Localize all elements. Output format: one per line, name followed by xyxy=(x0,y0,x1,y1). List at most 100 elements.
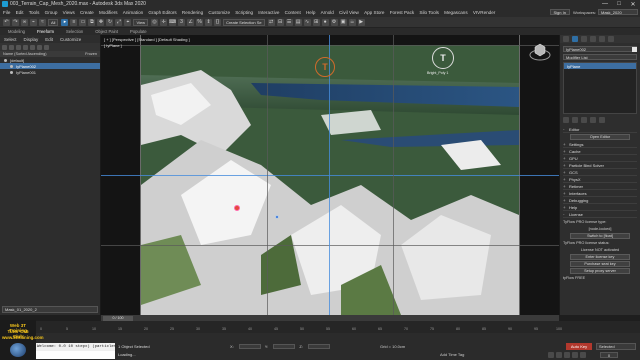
mirror-icon[interactable]: ⇄ xyxy=(267,18,275,26)
geometry-filter-icon[interactable] xyxy=(9,44,14,50)
switch-license-button[interactable]: Switch to [float] xyxy=(570,233,630,239)
play-icon[interactable] xyxy=(564,352,570,358)
y-coordinate[interactable]: Y: xyxy=(265,344,296,350)
scene-menu-edit[interactable]: Edit xyxy=(45,37,53,42)
render-iterative-icon[interactable]: ▶ xyxy=(357,18,365,26)
lights-filter-icon[interactable] xyxy=(23,44,28,50)
menu-forest-pack[interactable]: Forest Pack xyxy=(390,10,415,15)
pivot-helper-icon[interactable] xyxy=(275,215,279,219)
sign-in-button[interactable]: Sign In xyxy=(549,9,570,15)
track-bar[interactable]: 0 5 10 15 20 25 30 35 40 45 50 55 60 65 … xyxy=(0,321,640,333)
scene-menu-customize[interactable]: Customize xyxy=(60,37,81,42)
display-tab-icon[interactable] xyxy=(599,36,605,42)
time-slider[interactable]: 0 / 100 xyxy=(103,315,133,321)
modifier-stack-item[interactable]: IyPlane xyxy=(564,63,636,69)
unlink-icon[interactable]: ⌁ xyxy=(30,18,37,26)
viewcube-icon[interactable] xyxy=(529,41,551,61)
curve-editor-icon[interactable]: ∿ xyxy=(303,18,311,26)
viewport-label[interactable]: [ + ] [Perspective ] [Standard ] [Defaul… xyxy=(104,37,190,42)
open-editor-button[interactable]: Open Editor xyxy=(570,134,630,140)
menu-tools[interactable]: Tools xyxy=(29,10,40,15)
z-coordinate[interactable]: Z: xyxy=(299,344,330,350)
pin-stack-icon[interactable] xyxy=(563,117,569,123)
move-icon[interactable]: ✥ xyxy=(97,18,105,26)
purchase-seat-key-button[interactable]: Purchase seat key xyxy=(570,261,630,267)
column-frozen[interactable]: Frozen xyxy=(85,52,97,56)
undo-icon[interactable]: ↶ xyxy=(3,18,10,26)
rollout-gcs[interactable]: + GCS xyxy=(563,169,637,176)
select-object-icon[interactable]: ▸ xyxy=(61,18,69,26)
snaps-toggle-icon[interactable]: 3 xyxy=(178,18,186,26)
camera-target-icon[interactable]: T xyxy=(315,57,335,77)
cameras-filter-icon[interactable] xyxy=(30,44,35,50)
scene-menu-select[interactable]: Select xyxy=(4,37,17,42)
selection-filter-dropdown[interactable]: All xyxy=(48,18,59,26)
menu-rendering[interactable]: Rendering xyxy=(182,10,203,15)
scale-icon[interactable]: ⤢ xyxy=(115,18,123,26)
menu-file[interactable]: File xyxy=(3,10,10,15)
menu-app-store[interactable]: App Store xyxy=(364,10,384,15)
menu-scripting[interactable]: Scripting xyxy=(235,10,253,15)
visibility-eye-icon[interactable] xyxy=(10,70,13,74)
add-time-tag-button[interactable]: Add Time Tag xyxy=(440,352,464,357)
menu-vivrender[interactable]: VIVRender xyxy=(473,10,495,15)
next-frame-icon[interactable] xyxy=(572,352,578,358)
menu-modifiers[interactable]: Modifiers xyxy=(99,10,118,15)
select-manipulate-icon[interactable]: ✛ xyxy=(160,18,168,26)
menu-graph-editors[interactable]: Graph Editors xyxy=(148,10,176,15)
rollout-physx[interactable]: + PhysX xyxy=(563,176,637,183)
filter-icon[interactable] xyxy=(2,44,7,50)
layer-explorer-icon[interactable]: ☰ xyxy=(285,18,293,26)
window-crossing-icon[interactable]: ⧉ xyxy=(88,18,96,26)
perspective-viewport[interactable]: [ + ] [Perspective ] [Standard ] [Defaul… xyxy=(101,35,559,315)
menu-silo-tools[interactable]: Silo Tools xyxy=(419,10,439,15)
rollout-debugging[interactable]: + Debugging xyxy=(563,197,637,204)
modifier-list-dropdown[interactable]: Modifier List xyxy=(563,54,637,60)
x-field[interactable] xyxy=(238,344,261,350)
menu-megascans[interactable]: Megascans xyxy=(444,10,468,15)
object-color-swatch[interactable] xyxy=(632,47,637,52)
percent-snap-icon[interactable]: % xyxy=(196,18,204,26)
menu-civil-view[interactable]: Civil View xyxy=(339,10,359,15)
ribbon-tab-selection[interactable]: Selection xyxy=(66,29,83,34)
create-tab-icon[interactable] xyxy=(563,36,569,42)
z-field[interactable] xyxy=(307,344,330,350)
helpers-filter-icon[interactable] xyxy=(37,44,42,50)
configure-sets-icon[interactable] xyxy=(599,117,605,123)
rollout-gpu[interactable]: + GPU xyxy=(563,155,637,162)
rollout-cache[interactable]: + Cache xyxy=(563,148,637,155)
maxscript-input[interactable] xyxy=(35,351,115,359)
current-frame-field[interactable]: 0 xyxy=(600,352,618,358)
x-coordinate[interactable]: X: xyxy=(230,344,261,350)
maximize-button[interactable]: □ xyxy=(612,0,626,8)
spinner-snap-icon[interactable]: ⇕ xyxy=(205,18,213,26)
rollout-help[interactable]: + Help xyxy=(563,204,637,211)
menu-edit[interactable]: Edit xyxy=(16,10,24,15)
rect-selection-icon[interactable]: ▭ xyxy=(79,18,87,26)
goto-end-icon[interactable] xyxy=(580,352,586,358)
menu-views[interactable]: Views xyxy=(63,10,75,15)
placement-icon[interactable]: ⌖ xyxy=(124,18,132,26)
rollout-settings[interactable]: + Settings xyxy=(563,141,637,148)
previous-frame-icon[interactable] xyxy=(556,352,562,358)
menu-customize[interactable]: Customize xyxy=(208,10,230,15)
align-icon[interactable]: ⊟ xyxy=(276,18,284,26)
rollout-retimer[interactable]: + Retimer xyxy=(563,183,637,190)
ribbon-tab-freeform[interactable]: Freeform xyxy=(37,29,54,34)
key-filter-dropdown[interactable]: Selected xyxy=(596,343,636,350)
menu-animation[interactable]: Animation xyxy=(123,10,143,15)
find-icon[interactable] xyxy=(44,44,49,50)
ribbon-tab-modeling[interactable]: Modeling xyxy=(8,29,25,34)
goto-start-icon[interactable] xyxy=(548,352,554,358)
layer-field[interactable]: Mask_01_2020_2 xyxy=(2,306,98,313)
minimize-button[interactable]: — xyxy=(598,0,612,8)
rollout-interfaces[interactable]: + Interfaces xyxy=(563,190,637,197)
edit-named-selection-icon[interactable]: {} xyxy=(214,18,222,26)
redo-icon[interactable]: ↷ xyxy=(12,18,19,26)
scene-explorer-icon[interactable]: ▤ xyxy=(294,18,302,26)
column-name[interactable]: Name (Sorted Ascending) xyxy=(3,52,46,56)
auto-key-button[interactable]: Auto Key xyxy=(566,343,592,350)
make-unique-icon[interactable] xyxy=(581,117,587,123)
link-icon[interactable]: ∞ xyxy=(21,18,28,26)
menu-interactive[interactable]: Interactive xyxy=(258,10,279,15)
